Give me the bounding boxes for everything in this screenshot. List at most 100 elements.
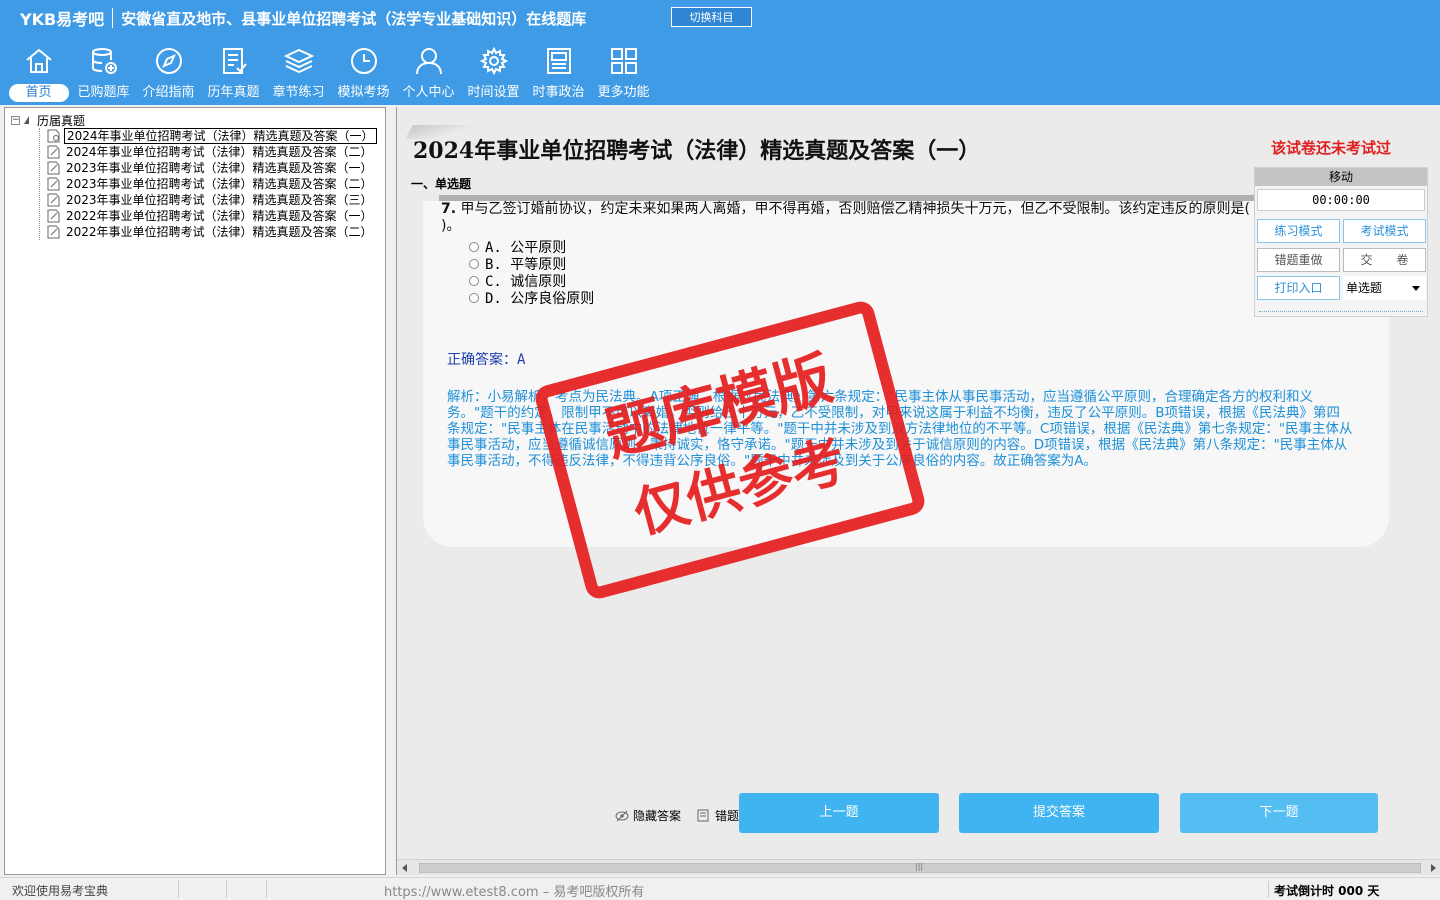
app-header: YKB易考吧 安徽省直及地市、县事业单位招聘考试（法学专业基础知识）在线题库 切…: [0, 0, 1440, 105]
tree-item-label: 2022年事业单位招聘考试（法律）精选真题及答案（二）: [66, 225, 373, 239]
grid-icon: [607, 44, 641, 78]
exam-status-text: 该试卷还未考试过: [1271, 139, 1392, 157]
hide-answer-label: 隐藏答案: [633, 809, 682, 823]
previous-question-button[interactable]: 上一题: [739, 793, 939, 833]
print-entry-button[interactable]: 打印入口: [1257, 276, 1340, 300]
redo-wrong-button[interactable]: 错题重做: [1257, 248, 1340, 272]
timer-display: 00:00:00: [1257, 189, 1425, 211]
submit-paper-button[interactable]: 交 卷: [1343, 248, 1426, 272]
toolbar-label: 介绍指南: [142, 85, 195, 100]
toolbar-chapter-button[interactable]: 章节练习: [266, 44, 331, 104]
toolbar-purchased-button[interactable]: 已购题库: [71, 44, 136, 104]
exam-mode-button[interactable]: 考试模式: [1343, 219, 1426, 243]
toolbar-label: 首页: [8, 84, 69, 102]
horizontal-scrollbar[interactable]: |||: [397, 859, 1440, 875]
toolbar-more-button[interactable]: 更多功能: [591, 44, 656, 104]
wrong-question-label: 错题: [715, 809, 740, 823]
collapse-toggle-icon[interactable]: −: [11, 115, 20, 125]
dropdown-caret-icon: [1412, 286, 1420, 291]
radio-button[interactable]: [469, 259, 479, 269]
scroll-right-icon[interactable]: [1431, 864, 1436, 872]
database-icon: [87, 44, 121, 78]
tree-item-label: 2024年事业单位招聘考试（法律）精选真题及答案（一）: [64, 128, 377, 144]
panel-move-handle[interactable]: 移动: [1255, 168, 1427, 186]
newspaper-icon: [542, 44, 576, 78]
gear-icon: [477, 44, 511, 78]
section-heading: 一、单选题: [411, 177, 472, 191]
status-bar: 欢迎使用易考宝典 https://www.etest8.com – 易考吧版权所…: [0, 877, 1440, 900]
exam-countdown: 考试倒计时 000 天: [1274, 884, 1380, 898]
switch-subject-button[interactable]: 切换科目: [671, 7, 752, 27]
scroll-grip-icon: |||: [915, 862, 924, 871]
toolbar-guide-button[interactable]: 介绍指南: [136, 44, 201, 104]
toolbar-label: 已购题库: [77, 85, 130, 100]
radio-button[interactable]: [469, 276, 479, 286]
user-icon: [412, 44, 446, 78]
status-divider: [226, 881, 227, 898]
folder-triangle-icon: [24, 116, 29, 124]
next-question-button[interactable]: 下一题: [1180, 793, 1378, 833]
notebook-icon: [697, 809, 709, 822]
scroll-left-icon[interactable]: [402, 864, 407, 872]
toolbar-label: 更多功能: [597, 85, 650, 100]
question-text: 甲与乙签订婚前协议，约定未来如果两人离婚，甲不得再婚，否则赔偿乙精神损失十万元，…: [441, 201, 1250, 234]
toolbar-time-settings-button[interactable]: 时间设置: [461, 44, 526, 104]
question-type-select[interactable]: 单选题: [1343, 276, 1426, 300]
toolbar-mock-exam-button[interactable]: 模拟考场: [331, 44, 396, 104]
wrong-question-toggle[interactable]: 错题: [697, 807, 739, 824]
document-icon: [47, 129, 60, 143]
compass-icon: [152, 44, 186, 78]
paper-tree-panel: − 历届真题 2024年事业单位招聘考试（法律）精选真题及答案（一） 2024年…: [4, 107, 386, 875]
correct-answer-value: A: [517, 352, 526, 368]
tree-item[interactable]: 2023年事业单位招聘考试（法律）精选真题及答案（二）: [47, 176, 375, 192]
eye-off-icon: [615, 810, 629, 821]
copyright-text: https://www.etest8.com – 易考吧版权所有: [384, 885, 645, 900]
edit-document-icon: [47, 145, 60, 159]
toolbar-current-affairs-button[interactable]: 时事政治: [526, 44, 591, 104]
practice-mode-button[interactable]: 练习模式: [1257, 219, 1340, 243]
toolbar-home-button[interactable]: 首页: [6, 44, 71, 104]
tree-root[interactable]: − 历届真题: [11, 112, 85, 128]
toolbar-label: 个人中心: [402, 85, 455, 100]
tree-item[interactable]: 2024年事业单位招聘考试（法律）精选真题及答案（二）: [47, 144, 375, 160]
radio-button[interactable]: [469, 242, 479, 252]
tree-item-label: 2023年事业单位招聘考试（法律）精选真题及答案（一）: [66, 161, 373, 175]
tree-connector: [39, 128, 40, 240]
layers-icon: [282, 44, 316, 78]
toolbar-label: 时事政治: [532, 85, 585, 100]
toolbar-label: 章节练习: [272, 85, 325, 100]
toolbar-label: 时间设置: [467, 85, 520, 100]
correct-answer: 正确答案：A: [447, 349, 525, 369]
home-icon: [22, 44, 56, 78]
question-type-value: 单选题: [1346, 281, 1383, 295]
welcome-text: 欢迎使用易考宝典: [12, 884, 109, 898]
toolbar-profile-button[interactable]: 个人中心: [396, 44, 461, 104]
tree-item-label: 2023年事业单位招聘考试（法律）精选真题及答案（二）: [66, 177, 373, 191]
exam-control-panel: 移动 00:00:00 练习模式 考试模式 错题重做 交 卷 打印入口 单选题: [1254, 167, 1428, 317]
tree-item[interactable]: 2023年事业单位招聘考试（法律）精选真题及答案（三）: [47, 192, 375, 208]
edit-document-icon: [47, 225, 60, 239]
status-divider: [178, 881, 179, 898]
toolbar-past-papers-button[interactable]: 历年真题: [201, 44, 266, 104]
tree-item[interactable]: 2022年事业单位招聘考试（法律）精选真题及答案（一）: [47, 208, 375, 224]
edit-document-icon: [47, 177, 60, 191]
edit-document-icon: [47, 209, 60, 223]
tree-item[interactable]: 2023年事业单位招聘考试（法律）精选真题及答案（一）: [47, 160, 375, 176]
title-divider: [112, 8, 114, 28]
hide-answer-toggle[interactable]: 隐藏答案: [615, 807, 681, 824]
toolbar-label: 模拟考场: [337, 85, 390, 100]
option-label: D. 公序良俗原则: [485, 291, 595, 307]
paper-title: 2024年事业单位招聘考试（法律）精选真题及答案（一）: [413, 138, 981, 164]
tree-item-label: 2023年事业单位招聘考试（法律）精选真题及答案（三）: [66, 193, 373, 207]
edit-document-icon: [47, 193, 60, 207]
status-divider: [1268, 881, 1269, 898]
radio-button[interactable]: [469, 293, 479, 303]
tree-item[interactable]: 2024年事业单位招聘考试（法律）精选真题及答案（一）: [47, 128, 377, 144]
submit-answer-button[interactable]: 提交答案: [959, 793, 1159, 833]
app-title: YKB易考吧 安徽省直及地市、县事业单位招聘考试（法学专业基础知识）在线题库: [0, 0, 586, 36]
main-toolbar: 首页 已购题库 介绍指南 历年真题 章节练习 模拟考场 个人中心 时间设置 时事…: [6, 44, 656, 104]
tree-item[interactable]: 2022年事业单位招聘考试（法律）精选真题及答案（二）: [47, 224, 375, 240]
clock-icon: [347, 44, 381, 78]
option-d[interactable]: D. 公序良俗原则: [469, 288, 594, 308]
tree-item-label: 2024年事业单位招聘考试（法律）精选真题及答案（二）: [66, 145, 373, 159]
